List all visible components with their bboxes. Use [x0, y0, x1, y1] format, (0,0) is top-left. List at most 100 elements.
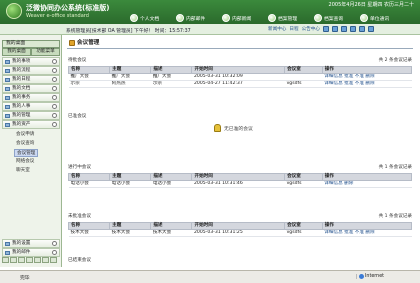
- logo-icon: [6, 3, 22, 19]
- sidebar-tool-icon[interactable]: [2, 257, 9, 263]
- folder-icon: [5, 78, 10, 82]
- table-cell: 2005-04-27 11:42:37: [191, 80, 285, 88]
- table-cell: 技术大会: [150, 229, 192, 237]
- section-ongoing-count: 共 1 条会议记录: [378, 165, 412, 170]
- search-icon[interactable]: [52, 250, 57, 255]
- row-actions[interactable]: 详细信息 删除: [322, 180, 412, 188]
- column-header: 主题: [109, 66, 152, 74]
- search-icon[interactable]: [52, 241, 57, 246]
- sidebar-item[interactable]: 我的事项: [2, 57, 60, 66]
- date-display: 2005年4月26日 星期四 农历三月二十: [328, 2, 414, 8]
- sidebar-item[interactable]: 我的流程: [2, 66, 60, 75]
- top-nav-item[interactable]: 内部邮件: [176, 13, 205, 23]
- toolbar-icon[interactable]: [349, 26, 356, 32]
- sidebar-subitem[interactable]: 网络会议: [16, 158, 34, 164]
- row-actions[interactable]: 详细信息 批准 不准 删除: [322, 229, 412, 237]
- sub-link[interactable]: 新闻中心: [268, 26, 286, 32]
- top-header: 泛微协同办公系统(标准版) Weaver e-office standard 2…: [0, 0, 420, 24]
- sidebar-item[interactable]: 我的邮件: [2, 248, 60, 257]
- brand-title: 泛微协同办公系统(标准版): [26, 4, 110, 12]
- sidebar-item-label: 我的文档: [12, 86, 31, 91]
- column-header: 开始时间: [191, 173, 286, 181]
- toolbar-icon[interactable]: [331, 26, 338, 32]
- row-actions[interactable]: 详细信息 批准 不准 删除: [322, 73, 412, 81]
- folder-icon: [5, 114, 10, 118]
- sub-toolbar: 系统管理员[技术部 OA 管理员] 下午好！ 时间：15:57:37 新闻中心日…: [0, 24, 420, 35]
- column-header: 名称: [67, 173, 111, 181]
- table-row[interactable]: 技术大会 技术大会 技术大会 2005-03-31 10:31:25 vgsdfs 详细信…: [68, 229, 412, 237]
- tab-desktop[interactable]: 我的桌面: [2, 48, 31, 56]
- nav-item-label: 个人文档: [140, 16, 160, 22]
- empty-approved: 无已准的会议: [214, 124, 253, 132]
- row-actions[interactable]: 详细信息 批准 不准 删除: [322, 80, 412, 88]
- nav-item-icon: [360, 14, 368, 22]
- toolbar-icon[interactable]: [358, 26, 365, 32]
- toolbar-icon[interactable]: [367, 26, 374, 32]
- top-nav-item[interactable]: 个人文档: [130, 13, 159, 23]
- column-header: 会议室: [284, 222, 323, 230]
- search-icon[interactable]: [52, 113, 57, 118]
- toolbar-icon[interactable]: [322, 26, 329, 32]
- sidebar-item[interactable]: 我的文档: [2, 84, 60, 93]
- search-icon[interactable]: [52, 95, 57, 100]
- column-header: 开始时间: [191, 222, 286, 230]
- column-header: 名称: [67, 222, 111, 230]
- search-icon[interactable]: [52, 59, 57, 64]
- table-cell: 2005-03-31 10:31:46: [191, 180, 285, 188]
- top-nav-item[interactable]: 内部新闻: [222, 13, 251, 23]
- sidebar-item[interactable]: 我的日程: [2, 75, 60, 84]
- sidebar-subitem[interactable]: 会议管理: [14, 149, 39, 157]
- sidebar-item[interactable]: 我的人事: [2, 102, 60, 111]
- top-nav-item[interactable]: 档案管理: [268, 13, 297, 23]
- search-icon[interactable]: [52, 122, 57, 127]
- sub-link[interactable]: 日程: [289, 26, 298, 32]
- top-nav-item[interactable]: 档案查询: [314, 13, 343, 23]
- sidebar-tool-icon[interactable]: [42, 257, 49, 263]
- sidebar-item[interactable]: 我的事务: [2, 93, 60, 102]
- sidebar-subitem[interactable]: 会议查询: [16, 140, 34, 146]
- table-cell: 示宗: [68, 80, 110, 88]
- page-title: 会议管理: [67, 39, 413, 49]
- table-row[interactable]: 示宗 阿热热 示宗 2005-04-27 11:42:37 vgsdfs 详细信息 批准 …: [68, 80, 412, 88]
- sidebar-tool-icon[interactable]: [10, 257, 17, 263]
- search-icon[interactable]: [52, 68, 57, 73]
- top-nav-item[interactable]: 单位通讯: [360, 13, 389, 23]
- user-greeting: 系统管理员[技术部 OA 管理员] 下午好！ 时间：15:57:37: [66, 29, 191, 34]
- sidebar-subitem[interactable]: 聊天室: [16, 167, 30, 173]
- section-rejected-label: 未批准会议: [68, 214, 91, 219]
- sidebar-tool-icon[interactable]: [34, 257, 41, 263]
- sidebar-tool-icon[interactable]: [50, 257, 57, 263]
- nav-item-label: 单位通讯: [370, 16, 390, 22]
- tab-menu[interactable]: 功能菜单: [31, 48, 60, 56]
- column-header: 描述: [150, 173, 193, 181]
- table-cell: 2005-03-31 10:31:25: [191, 229, 285, 237]
- sidebar-item[interactable]: 我的管理: [2, 111, 60, 120]
- column-header: 操作: [321, 66, 413, 74]
- search-icon[interactable]: [52, 104, 57, 109]
- header-row: 名称 主题 描述 开始时间 会议室 操作: [67, 222, 413, 230]
- sidebar-item[interactable]: 我的资产: [2, 120, 60, 129]
- search-icon[interactable]: [52, 77, 57, 82]
- table-cell: vgsdfs: [284, 229, 323, 237]
- sidebar-item[interactable]: 我的设置: [2, 239, 60, 248]
- sidebar-tabs: 我的桌面 功能菜单: [2, 48, 60, 56]
- search-icon[interactable]: [52, 86, 57, 91]
- sidebar-subitem[interactable]: 会议申请: [16, 131, 34, 137]
- status-text: 完毕: [20, 276, 30, 281]
- nav-item-icon: [176, 14, 184, 22]
- sidebar-tool-icon[interactable]: [18, 257, 25, 263]
- section-rejected-count: 共 1 条会议记录: [378, 214, 412, 219]
- table-cell: 推广大会: [150, 73, 192, 81]
- sidebar-tool-icon[interactable]: [26, 257, 33, 263]
- column-header: 操作: [321, 222, 413, 230]
- column-header: 操作: [321, 173, 413, 181]
- sidebar-title: 我的桌面: [2, 40, 60, 48]
- toolbar-icon[interactable]: [340, 26, 347, 32]
- folder-icon: [5, 242, 10, 246]
- table-row[interactable]: 推广大会 推广大会 推广大会 2005-03-31 10:32:09 详细信息 批准 不…: [68, 73, 412, 81]
- folder-icon: [5, 105, 10, 109]
- sub-link[interactable]: 公告中心: [302, 26, 320, 32]
- app-window: 泛微协同办公系统(标准版) Weaver e-office standard 2…: [0, 0, 420, 283]
- table-row[interactable]: 电话小会 电话小会 电话小会 2005-03-31 10:31:46 vgsdfs 详细信…: [68, 180, 412, 188]
- pending-table: 名称 主题 描述 开始时间 会议室 操作 推广大会 推广大会 推广大会 2005-03-31 10…: [67, 66, 413, 88]
